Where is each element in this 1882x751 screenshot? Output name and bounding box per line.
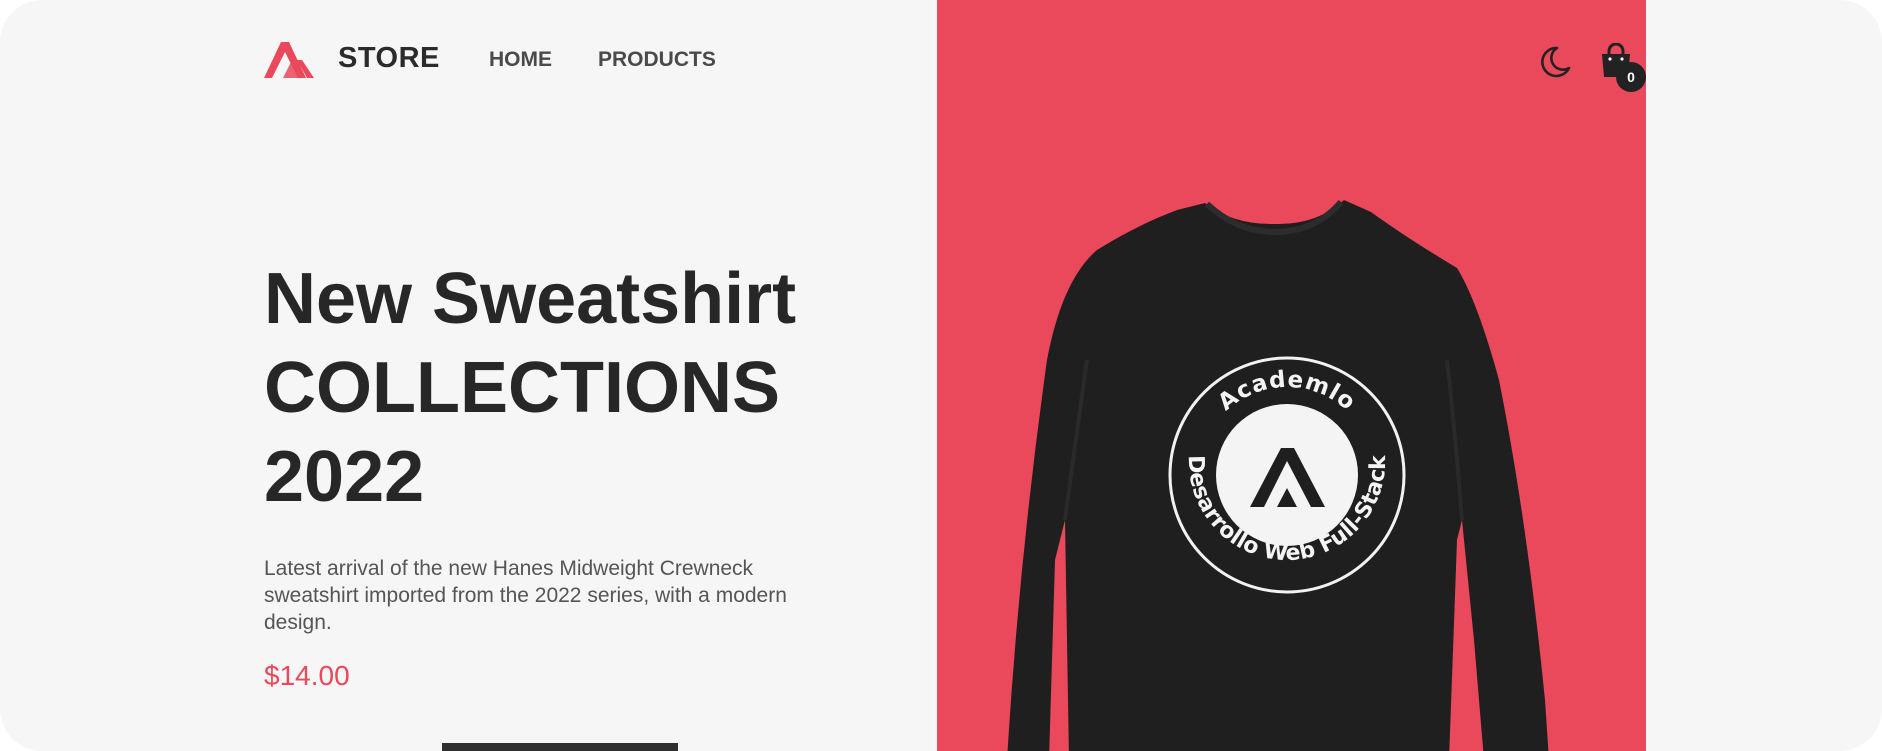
hero-title-line-2: COLLECTIONS [264,348,780,428]
hero-title-line-3: 2022 [264,437,425,517]
hero-description: Latest arrival of the new Hanes Midweigh… [264,557,787,634]
nav-home-link[interactable]: HOME [489,48,552,72]
nav-products-link[interactable]: PRODUCTS [598,48,716,72]
hero-product-image: Academlo Desarrollo Web Full-Stack [937,0,1646,751]
hero-cta-button[interactable] [442,743,678,751]
brand-name[interactable]: STORE [338,42,440,75]
hero-price: $14.00 [264,660,350,691]
hero-title: New Sweatshirt COLLECTIONS 2022 [264,255,796,522]
logo-icon[interactable] [264,40,314,78]
hero-title-line-1: New Sweatshirt [264,259,797,339]
cart-count-badge[interactable]: 0 [1616,62,1646,92]
moon-icon[interactable] [1537,44,1573,80]
page: Academlo Desarrollo Web Full-Stack STORE… [0,0,1882,751]
sweatshirt-image: Academlo Desarrollo Web Full-Stack [1007,199,1549,751]
